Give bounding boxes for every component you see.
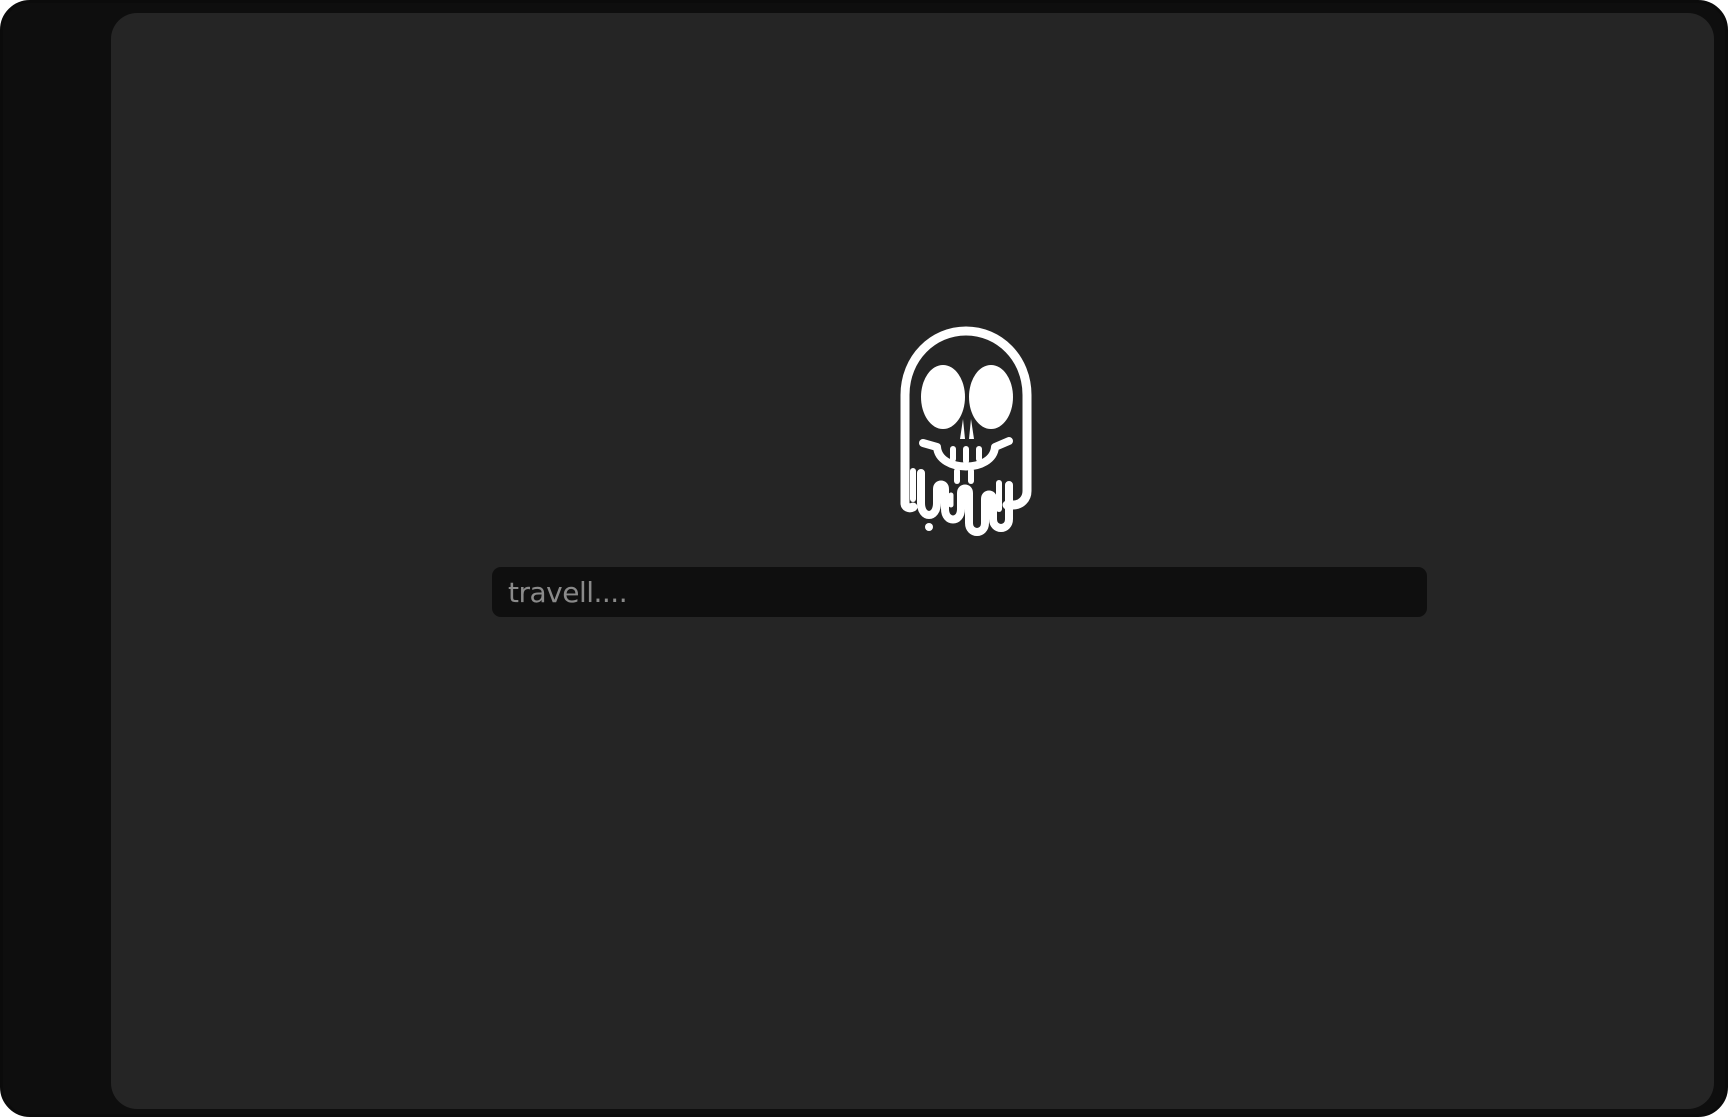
main-panel <box>111 13 1714 1109</box>
search-input[interactable] <box>508 567 1411 617</box>
dripping-skull-icon <box>881 323 1051 549</box>
app-window <box>0 0 1728 1117</box>
search-bar[interactable] <box>492 567 1427 617</box>
left-sidebar <box>3 3 111 1114</box>
